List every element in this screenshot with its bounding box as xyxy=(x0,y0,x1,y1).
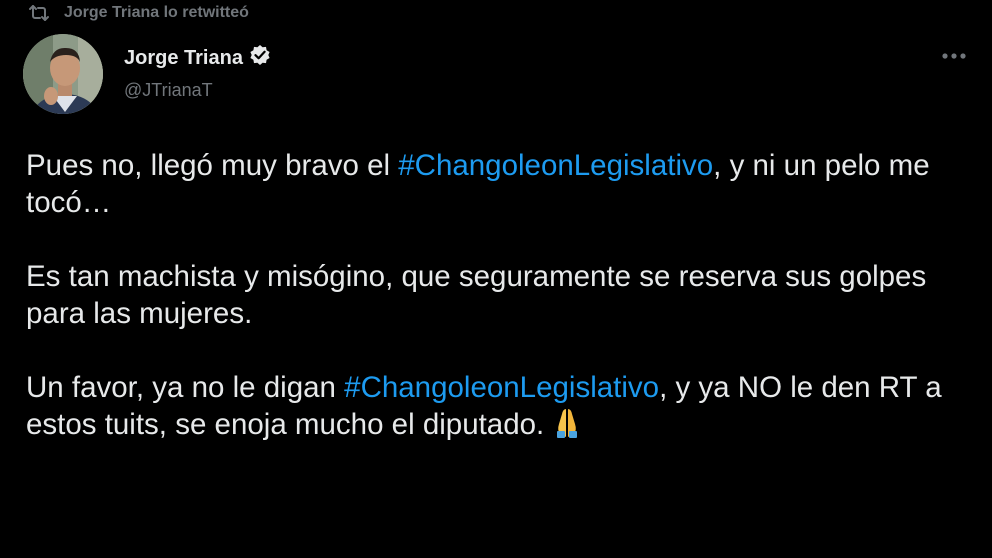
tweet-text-segment: Pues no, llegó muy bravo el xyxy=(26,149,399,182)
author-block: Jorge Triana @JTrianaT xyxy=(124,44,271,101)
tweet-text: Pues no, llegó muy bravo el #ChangoleonL… xyxy=(26,147,976,484)
retweet-label: Jorge Triana lo retwitteó xyxy=(64,4,249,21)
author-handle[interactable]: @JTrianaT xyxy=(124,80,271,101)
tweet-text-segment: Un favor, ya no le digan xyxy=(26,371,345,404)
retweet-context[interactable]: Jorge Triana lo retwitteó xyxy=(28,0,249,26)
more-options-icon xyxy=(941,47,967,65)
tweet-paragraph-2: Es tan machista y misógino, que segurame… xyxy=(26,260,927,330)
avatar[interactable] xyxy=(23,34,103,114)
hashtag-link[interactable]: #ChangoleonLegislativo xyxy=(344,371,659,404)
more-options-button[interactable] xyxy=(938,44,970,68)
retweet-icon xyxy=(28,3,50,23)
folded-hands-emoji-icon xyxy=(550,406,584,447)
author-name[interactable]: Jorge Triana xyxy=(124,47,243,70)
tweet-paragraph-3: Un favor, ya no le digan #ChangoleonLegi… xyxy=(26,369,976,447)
tweet-paragraph-1: Pues no, llegó muy bravo el #ChangoleonL… xyxy=(26,147,976,221)
hashtag-link[interactable]: #ChangoleonLegislativo xyxy=(398,149,713,182)
verified-badge-icon xyxy=(249,44,271,72)
